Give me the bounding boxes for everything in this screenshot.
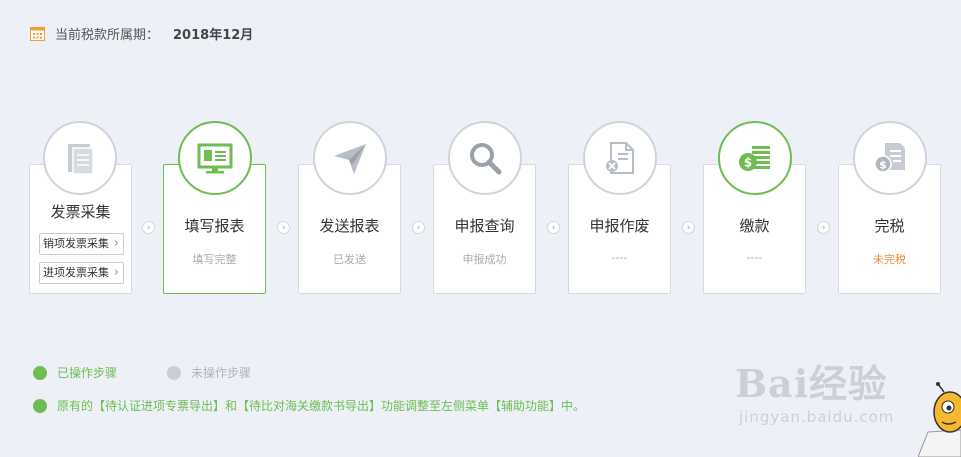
- svg-text:$: $: [744, 156, 752, 170]
- step-title: 发票采集: [50, 203, 111, 221]
- step-status: 已发送: [333, 253, 366, 266]
- tax-document-icon[interactable]: $: [853, 121, 927, 195]
- step-title: 发送报表: [319, 217, 380, 235]
- step-title: 申报查询: [454, 217, 515, 235]
- step-status: ----: [611, 251, 628, 264]
- chevron-right-icon: ›: [113, 236, 119, 251]
- documents-icon[interactable]: [43, 121, 117, 195]
- step-arrow: ›: [142, 221, 155, 234]
- legend-todo-label: 未操作步骤: [191, 366, 252, 380]
- notice-dot: [33, 398, 47, 413]
- money-icon[interactable]: $: [718, 121, 792, 195]
- purchase-invoice-collect-button[interactable]: 进项发票采集 ›: [39, 262, 124, 284]
- notice-text: 原有的【待认证进项专票导出】和【待比对海关缴款书导出】功能调整至左侧菜单【辅助功…: [57, 399, 586, 413]
- step-status: 填写完整: [192, 253, 237, 266]
- button-label: 销项发票采集: [43, 237, 109, 250]
- feature-notice: 原有的【待认证进项专票导出】和【待比对海关缴款书导出】功能调整至左侧菜单【辅助功…: [33, 397, 585, 414]
- step-arrow: ›: [682, 221, 695, 234]
- svg-text:$: $: [879, 159, 887, 172]
- tax-period: 当前税款所属期： 2018年12月: [30, 23, 253, 43]
- step-title: 完税: [874, 217, 905, 235]
- done-dot: [33, 365, 47, 380]
- button-label: 进项发票采集: [43, 266, 109, 279]
- step-arrow: ›: [547, 221, 560, 234]
- step-arrow: ›: [412, 221, 425, 234]
- step-status: ----: [746, 251, 763, 264]
- tax-period-label: 当前税款所属期：: [55, 27, 160, 43]
- step-legend: 已操作步骤 未操作步骤: [33, 364, 251, 381]
- step-arrow: ›: [277, 221, 290, 234]
- watermark-sub: jingyan.baidu.com: [739, 408, 895, 426]
- monitor-report-icon[interactable]: [178, 121, 252, 195]
- step-title: 填写报表: [184, 217, 245, 235]
- paper-plane-icon[interactable]: [313, 121, 387, 195]
- magnifier-icon[interactable]: [448, 121, 522, 195]
- baidu-watermark: Bai经验 jingyan.baidu.com: [735, 353, 894, 426]
- document-cancel-icon[interactable]: [583, 121, 657, 195]
- step-status: 未完税: [873, 253, 906, 266]
- sales-invoice-collect-button[interactable]: 销项发票采集 ›: [39, 233, 124, 255]
- bee-mascot-icon: [918, 382, 961, 457]
- watermark-main: Bai经验: [735, 361, 888, 406]
- step-status: 申报成功: [462, 253, 507, 266]
- chevron-right-icon: ›: [113, 265, 119, 280]
- step-arrow: ›: [817, 221, 830, 234]
- calendar-icon: [30, 26, 45, 41]
- step-title: 缴款: [739, 217, 770, 235]
- tax-period-value: 2018年12月: [173, 27, 254, 43]
- todo-dot: [167, 365, 182, 380]
- step-title: 申报作废: [589, 217, 650, 235]
- legend-done-label: 已操作步骤: [57, 366, 118, 380]
